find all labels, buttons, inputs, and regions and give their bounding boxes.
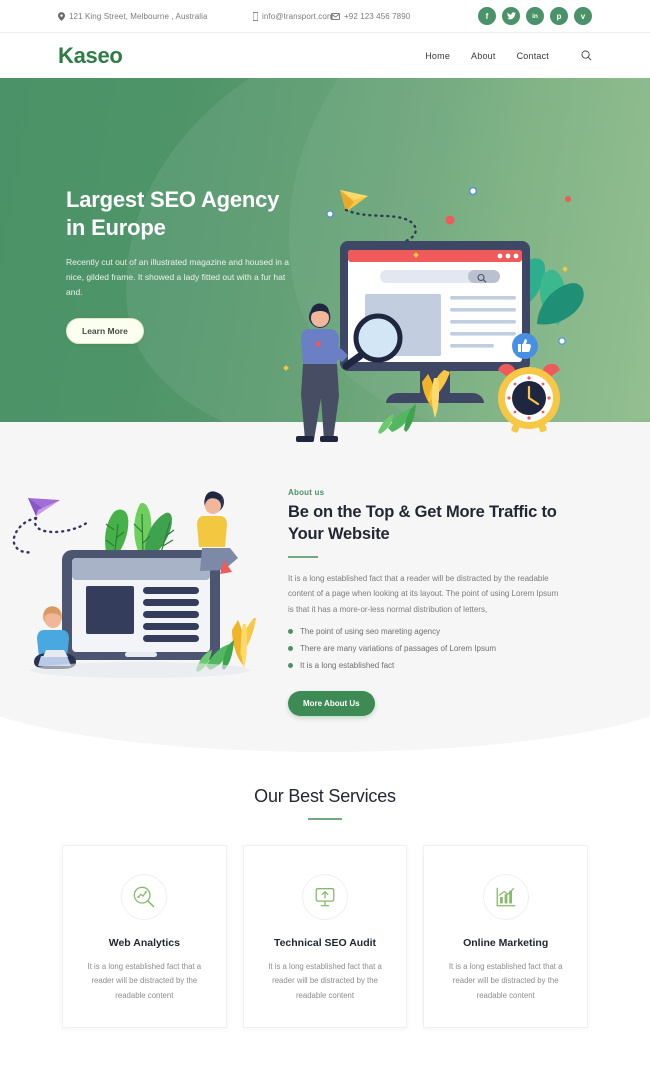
nav-item-about[interactable]: About — [471, 51, 496, 61]
monitor-upload-icon — [302, 874, 348, 920]
services-section: Our Best Services Web Analytics It is a … — [0, 758, 650, 1029]
hero-paragraph: Recently cut out of an illustrated magaz… — [66, 257, 290, 298]
top-info-bar: 121 King Street, Melbourne , Australia i… — [0, 0, 650, 33]
service-card-text: It is a long established fact that a rea… — [87, 962, 202, 1000]
social-vimeo-icon[interactable]: v — [574, 7, 592, 25]
about-title: Be on the Top & Get More Traffic to Your… — [288, 503, 557, 543]
services-card-list: Web Analytics It is a long established f… — [0, 845, 650, 1029]
service-card-text: It is a long established fact that a rea… — [448, 962, 563, 1000]
service-card-title: Technical SEO Audit — [273, 937, 377, 949]
hero-section: Largest SEO Agency in Europe Recently cu… — [0, 78, 650, 448]
site-header: Kaseo Home About Contact — [0, 33, 650, 78]
location-pin-icon — [58, 11, 65, 21]
envelope-icon — [331, 12, 340, 20]
services-title: Our Best Services — [254, 786, 396, 806]
service-card-technical-seo-audit[interactable]: Technical SEO Audit It is a long establi… — [242, 845, 408, 1029]
about-content: About us Be on the Top & Get More Traffi… — [288, 470, 592, 717]
hero-title: Largest SEO Agency in Europe — [66, 187, 280, 241]
hero-content: Largest SEO Agency in Europe Recently cu… — [0, 78, 300, 344]
social-linkedin-icon[interactable]: in — [526, 7, 544, 25]
list-item: There are many variations of passages of… — [288, 644, 592, 653]
social-links: f in p v — [478, 7, 592, 25]
alarm-clock-illustration — [498, 363, 560, 433]
email-item[interactable]: info@transport.com — [253, 11, 334, 21]
bullet-text: There are many variations of passages of… — [300, 644, 497, 654]
about-section: About us Be on the Top & Get More Traffi… — [0, 422, 650, 758]
services-divider — [308, 818, 342, 820]
address-text: 121 King Street, Melbourne , Australia — [69, 11, 208, 21]
bullet-text: It is a long established fact — [300, 661, 395, 671]
hero-illustration — [283, 186, 584, 442]
analytics-magnifier-icon — [121, 874, 168, 920]
service-card-text: It is a long established fact that a rea… — [268, 962, 382, 1000]
bullet-dot-icon — [288, 629, 293, 635]
address-item: 121 King Street, Melbourne , Australia — [58, 12, 253, 21]
list-item: It is a long established fact — [288, 661, 592, 670]
more-about-us-button[interactable]: More About Us — [288, 691, 375, 717]
list-item: The point of using seo mareting agency — [288, 627, 592, 636]
wheat-plant-about — [232, 618, 256, 668]
email-text: info@transport.com — [262, 11, 334, 21]
grass-tuft — [378, 404, 416, 434]
service-card-title: Online Marketing — [463, 937, 549, 949]
mobile-icon — [253, 11, 258, 21]
nav-item-contact[interactable]: Contact — [517, 51, 549, 61]
person-sitting-on-laptop — [197, 491, 238, 574]
paper-plane-icon — [340, 190, 368, 212]
social-pinterest-icon[interactable]: p — [550, 7, 568, 25]
phone-text: +92 123 456 7890 — [344, 11, 411, 21]
service-card-title: Web Analytics — [108, 937, 180, 949]
thumbs-up-badge — [512, 333, 538, 359]
bullet-dot-icon — [288, 646, 293, 652]
service-card-online-marketing[interactable]: Online Marketing It is a long establishe… — [423, 845, 589, 1029]
nav-item-home[interactable]: Home — [425, 51, 450, 61]
bar-chart-growth-icon — [482, 874, 529, 920]
bullet-dot-icon — [288, 663, 293, 669]
laptop-illustration — [62, 550, 220, 660]
site-logo[interactable]: Kaseo — [58, 43, 425, 69]
paper-plane-purple-icon — [28, 498, 60, 516]
about-bullet-list: The point of using seo mareting agency T… — [288, 627, 592, 670]
social-facebook-icon[interactable]: f — [478, 7, 496, 25]
about-paragraph: It is a long established fact that a rea… — [288, 573, 559, 614]
learn-more-button[interactable]: Learn More — [66, 317, 144, 344]
top-contact-group: 121 King Street, Melbourne , Australia i… — [58, 11, 478, 21]
about-eyebrow: About us — [288, 488, 325, 497]
service-card-web-analytics[interactable]: Web Analytics It is a long established f… — [62, 845, 227, 1029]
phone-item[interactable]: +92 123 456 7890 — [331, 12, 410, 21]
about-illustration — [12, 491, 256, 678]
bullet-text: The point of using seo mareting agency — [300, 627, 441, 637]
about-divider — [288, 555, 318, 558]
social-twitter-icon[interactable] — [502, 7, 520, 25]
main-navigation: Home About Contact — [425, 50, 592, 61]
search-icon[interactable] — [581, 50, 592, 61]
